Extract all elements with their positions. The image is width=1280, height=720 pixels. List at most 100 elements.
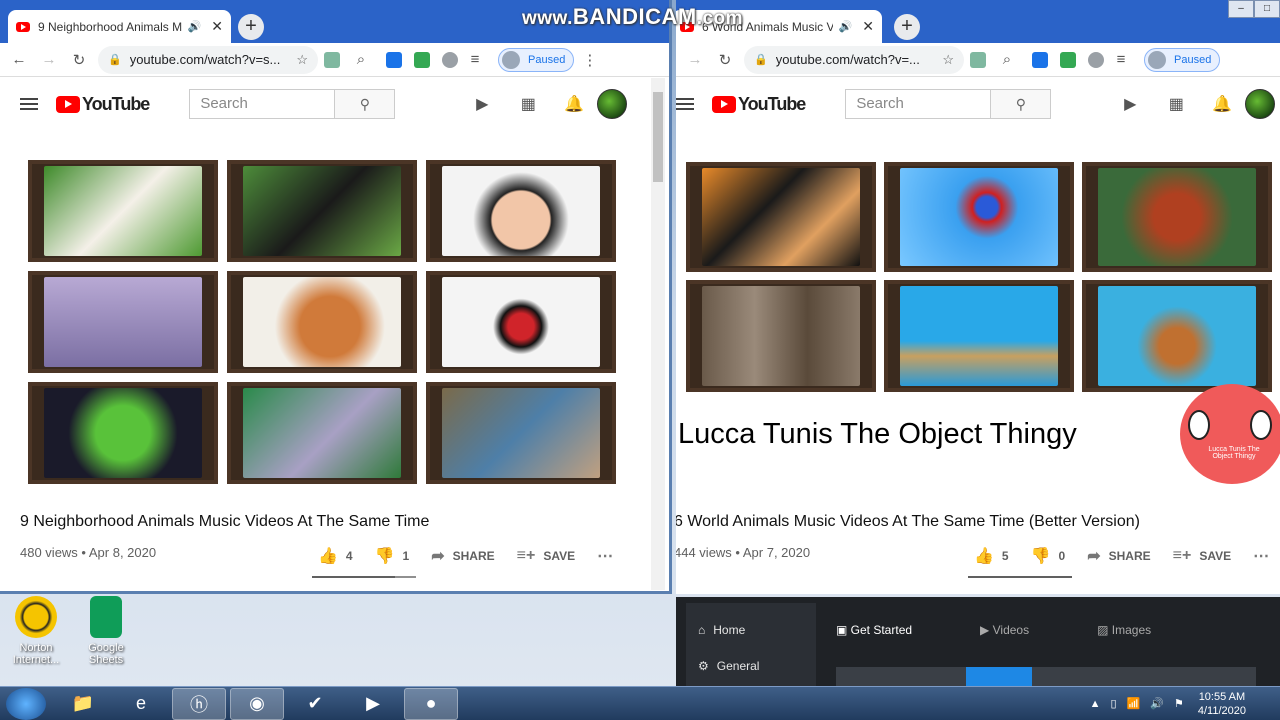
address-bar[interactable]: 🔒 youtube.com/watch?v=... ☆ (744, 45, 964, 74)
account-avatar[interactable] (1245, 89, 1276, 119)
profile-status: Paused (528, 53, 566, 66)
media-control-icon[interactable]: ≡ (1110, 51, 1132, 68)
video-title: 9 Neighborhood Animals Music Videos At T… (20, 513, 430, 530)
dislike-button[interactable]: 👎 0 (1031, 546, 1066, 566)
youtube-logo[interactable]: YouTube (56, 94, 150, 115)
network-icon[interactable]: 📶 (1127, 697, 1141, 710)
hamburger-menu-icon[interactable] (20, 95, 38, 113)
zoom-search-icon[interactable]: ⌕ (996, 51, 1018, 68)
task-app-icon[interactable]: ✔ (288, 688, 342, 720)
forward-icon[interactable]: → (684, 51, 706, 68)
zoom-search-icon[interactable]: ⌕ (350, 51, 372, 68)
youtube-header: YouTube Search ⚲ ▶ ▦ 🔔 (0, 77, 669, 131)
share-button[interactable]: ➦ SHARE (1087, 546, 1150, 566)
profile-button[interactable]: Paused (498, 47, 575, 72)
speaker-icon[interactable]: 🔊 (839, 20, 853, 33)
chrome-icon[interactable]: ◉ (230, 687, 284, 720)
desktop-icon-sheets[interactable]: Google Sheets (76, 596, 136, 666)
like-button[interactable]: 👍 4 (318, 546, 353, 566)
apps-grid-icon[interactable]: ▦ (505, 94, 551, 114)
save-button[interactable]: ≡+ SAVE (517, 547, 575, 565)
minimize-icon[interactable]: – (1228, 0, 1254, 18)
home-icon: ⌂ (698, 623, 706, 637)
action-center-icon[interactable]: ⚑ (1174, 697, 1184, 710)
editor-nav-general[interactable]: ⚙ General (686, 637, 816, 673)
editor-nav-home[interactable]: ⌂ Home (686, 603, 816, 637)
volume-icon[interactable]: 🔊 (1150, 697, 1164, 710)
extension-icon[interactable] (324, 51, 340, 68)
drive-icon[interactable] (442, 51, 458, 68)
create-video-icon[interactable]: ▶ (1107, 94, 1153, 114)
like-button[interactable]: 👍 5 (974, 546, 1009, 566)
video-tile (28, 160, 218, 262)
bandicam-icon[interactable]: ● (404, 687, 458, 720)
search-input[interactable]: Search (189, 89, 336, 119)
extension-icon[interactable] (1032, 51, 1048, 68)
notifications-bell-icon[interactable]: 🔔 (551, 94, 597, 114)
drive-icon[interactable] (1088, 51, 1104, 68)
bookmark-star-icon[interactable]: ☆ (296, 52, 308, 68)
search-button[interactable]: ⚲ (335, 89, 396, 119)
battery-icon[interactable]: ▯ (1111, 697, 1117, 710)
notifications-bell-icon[interactable]: 🔔 (1199, 94, 1245, 114)
search-input[interactable]: Search (845, 89, 992, 119)
video-player[interactable] (20, 152, 628, 494)
editor-tabs: ▣ Get Started ▶ Videos ▨ Images (836, 623, 1219, 637)
dislike-button[interactable]: 👎 1 (375, 546, 410, 566)
video-tile (227, 382, 417, 484)
chrome-menu-icon[interactable]: ⋮ (582, 51, 597, 69)
account-avatar[interactable] (597, 89, 628, 119)
hamburger-menu-icon[interactable] (676, 95, 694, 113)
extension-icon[interactable] (414, 51, 430, 68)
tab-videos[interactable]: ▶ Videos (980, 623, 1063, 637)
address-bar[interactable]: 🔒 youtube.com/watch?v=s... ☆ (98, 45, 318, 74)
extension-icon[interactable] (970, 51, 986, 68)
desktop-icon-norton[interactable]: Norton Internet... (6, 596, 66, 666)
back-icon[interactable]: ← (8, 51, 30, 68)
more-actions-icon[interactable]: ⋯ (1253, 546, 1269, 566)
share-icon: ➦ (1087, 548, 1101, 565)
profile-avatar-icon (502, 50, 520, 69)
apps-grid-icon[interactable]: ▦ (1153, 94, 1199, 114)
media-control-icon[interactable]: ≡ (464, 51, 486, 68)
search-button[interactable]: ⚲ (991, 89, 1052, 119)
tab-images[interactable]: ▨ Images (1097, 623, 1185, 637)
forward-icon[interactable]: → (38, 51, 60, 68)
youtube-logo[interactable]: YouTube (712, 94, 806, 115)
header-actions: ▶ ▦ 🔔 (459, 89, 643, 119)
browser-tab[interactable]: 9 Neighborhood Animals Mu 🔊 ✕ (8, 10, 231, 43)
taskbar: 📁 e ⓗ ◉ ✔ ▶ ● ▲ ▯ 📶 🔊 ⚑ 10:55 AM 4/11/20… (0, 686, 1280, 720)
youtube-play-icon (56, 95, 80, 113)
tray-expand-icon[interactable]: ▲ (1090, 698, 1101, 710)
more-actions-icon[interactable]: ⋯ (597, 546, 613, 566)
video-player[interactable]: Lucca Tunis The Object Thingy Lucca Tuni… (676, 152, 1280, 494)
maximize-icon[interactable]: □ (1254, 0, 1280, 18)
close-tab-icon[interactable]: ✕ (211, 18, 223, 35)
thumbnail-grid (28, 160, 616, 484)
extension-icon[interactable] (1060, 51, 1076, 68)
reload-icon[interactable]: ↻ (68, 51, 90, 69)
profile-button[interactable]: Paused (1144, 47, 1221, 72)
selected-template[interactable] (966, 667, 1032, 686)
file-explorer-icon[interactable]: 📁 (56, 688, 110, 720)
extension-icon[interactable] (386, 51, 402, 68)
hp-icon[interactable]: ⓗ (172, 687, 226, 720)
share-button[interactable]: ➦ SHARE (431, 546, 494, 566)
close-tab-icon[interactable]: ✕ (862, 18, 874, 35)
clock-time: 10:55 AM (1198, 690, 1246, 703)
tab-title: 9 Neighborhood Animals Mu (38, 19, 182, 34)
start-button[interactable] (6, 687, 46, 720)
scrollbar-thumb[interactable] (653, 92, 663, 182)
media-app-icon[interactable]: ▶ (346, 688, 400, 720)
create-video-icon[interactable]: ▶ (459, 94, 505, 114)
speaker-icon[interactable]: 🔊 (188, 20, 202, 33)
new-tab-button[interactable]: + (238, 14, 264, 40)
page-scrollbar[interactable] (651, 78, 665, 590)
tab-get-started[interactable]: ▣ Get Started (836, 623, 946, 637)
clock[interactable]: 10:55 AM 4/11/2020 (1198, 690, 1246, 718)
save-button[interactable]: ≡+ SAVE (1173, 547, 1231, 565)
new-tab-button[interactable]: + (894, 14, 920, 40)
bookmark-star-icon[interactable]: ☆ (942, 52, 954, 68)
reload-icon[interactable]: ↻ (714, 51, 736, 69)
internet-explorer-icon[interactable]: e (114, 688, 168, 720)
